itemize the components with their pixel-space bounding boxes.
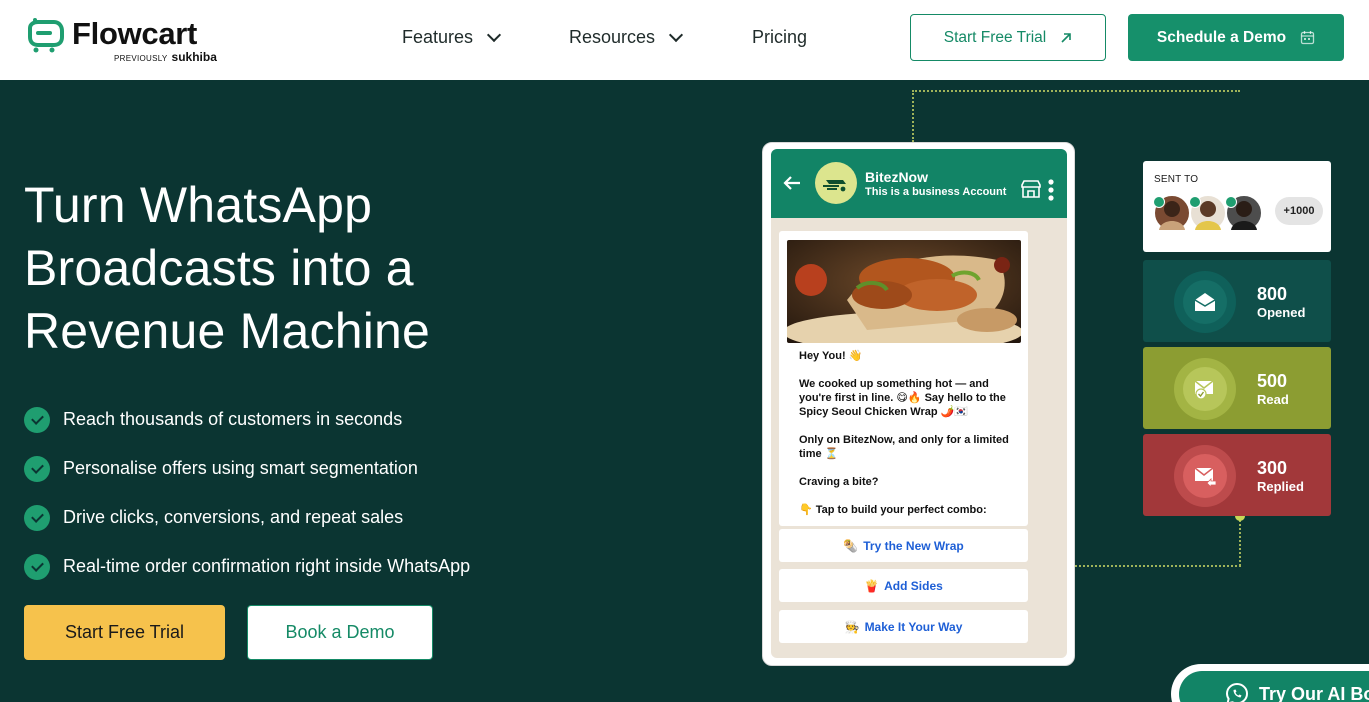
hero-title: Turn WhatsApp Broadcasts into a Revenue … xyxy=(24,177,431,359)
avatar xyxy=(1153,194,1191,232)
hero-start-free-trial-button[interactable]: Start Free Trial xyxy=(24,605,225,660)
benefit-item: Real-time order confirmation right insid… xyxy=(24,542,470,591)
schedule-demo-button[interactable]: Schedule a Demo xyxy=(1128,14,1344,61)
stat-label: Replied xyxy=(1257,479,1304,494)
check-circle-icon xyxy=(24,406,50,433)
flowcart-logo[interactable]: Flowcart PREVIOUSLY sukhiba xyxy=(22,14,232,64)
store-icon[interactable] xyxy=(1020,180,1042,198)
arrow-up-right-icon xyxy=(1061,32,1072,43)
avatar xyxy=(1189,194,1227,232)
verified-badge-icon xyxy=(1153,196,1165,208)
calendar-icon xyxy=(1300,31,1315,45)
envelope-icon xyxy=(1183,280,1227,324)
whatsapp-phone-mockup: BitezNow This is a business Account Hey … xyxy=(762,142,1075,666)
quick-reply-add-sides[interactable]: 🍟 Add Sides xyxy=(779,569,1028,602)
connector-line xyxy=(912,90,914,142)
check-circle-icon xyxy=(24,504,50,531)
brand-previously: PREVIOUSLY sukhiba xyxy=(114,50,217,64)
benefit-item: Reach thousands of customers in seconds xyxy=(24,395,470,444)
message-text: Hey You! 👋 We cooked up something hot — … xyxy=(799,350,1009,516)
envelope-read-icon xyxy=(1183,367,1227,411)
sent-to-card: SENT TO +1000 xyxy=(1143,161,1331,252)
chevron-down-icon xyxy=(486,27,502,42)
avatar xyxy=(1225,194,1263,232)
contact-subtitle: This is a business Account xyxy=(865,186,1007,198)
top-navbar: Flowcart PREVIOUSLY sukhiba Features Reso… xyxy=(0,0,1369,80)
sent-to-label: SENT TO xyxy=(1154,174,1199,185)
benefit-item: Drive clicks, conversions, and repeat sa… xyxy=(24,493,470,542)
stat-value: 500 xyxy=(1257,371,1288,391)
quick-reply-make-it-your-way[interactable]: 🧑‍🍳 Make It Your Way xyxy=(779,610,1028,643)
start-free-trial-button[interactable]: Start Free Trial xyxy=(910,14,1106,61)
more-vertical-icon[interactable] xyxy=(1048,178,1054,202)
stat-label: Read xyxy=(1257,392,1289,407)
chat-header: BitezNow This is a business Account xyxy=(771,149,1067,218)
stat-card-replied: 300 Replied xyxy=(1143,434,1331,516)
wrap-food-image xyxy=(787,240,1021,343)
stat-label: Opened xyxy=(1257,305,1306,320)
whatsapp-icon xyxy=(1225,682,1249,702)
benefit-list: Reach thousands of customers in seconds … xyxy=(24,395,470,591)
stat-value: 300 xyxy=(1257,458,1288,478)
stat-card-read: 500 Read xyxy=(1143,347,1331,429)
connector-line xyxy=(1075,565,1241,567)
back-arrow-icon xyxy=(783,176,800,190)
contact-avatar xyxy=(815,162,857,204)
connector-line xyxy=(1239,516,1241,566)
nav-pricing[interactable]: Pricing xyxy=(752,27,807,48)
stat-value: 800 xyxy=(1257,284,1288,304)
stat-card-opened: 800 Opened xyxy=(1143,260,1331,342)
quick-reply-try-new-wrap[interactable]: 🌯 Try the New Wrap xyxy=(779,529,1028,562)
chat-body: Hey You! 👋 We cooked up something hot — … xyxy=(771,218,1067,658)
verified-badge-icon xyxy=(1225,196,1237,208)
more-recipients-pill: +1000 xyxy=(1275,197,1323,225)
envelope-reply-icon xyxy=(1183,454,1227,498)
nav-features[interactable]: Features xyxy=(402,27,502,48)
flowcart-logo-icon xyxy=(28,18,64,53)
scooter-logo-icon xyxy=(823,180,846,192)
check-circle-icon xyxy=(24,455,50,482)
message-bubble: Hey You! 👋 We cooked up something hot — … xyxy=(779,231,1028,526)
contact-name: BitezNow xyxy=(865,169,928,185)
brand-name: Flowcart xyxy=(72,16,198,51)
try-ai-bot-button[interactable]: Try Our AI Bo xyxy=(1171,664,1369,702)
benefit-item: Personalise offers using smart segmentat… xyxy=(24,444,470,493)
book-demo-button[interactable]: Book a Demo xyxy=(247,605,433,660)
verified-badge-icon xyxy=(1189,196,1201,208)
chevron-down-icon xyxy=(668,27,684,42)
nav-resources[interactable]: Resources xyxy=(569,27,684,48)
connector-line xyxy=(912,90,1240,92)
check-circle-icon xyxy=(24,553,50,580)
